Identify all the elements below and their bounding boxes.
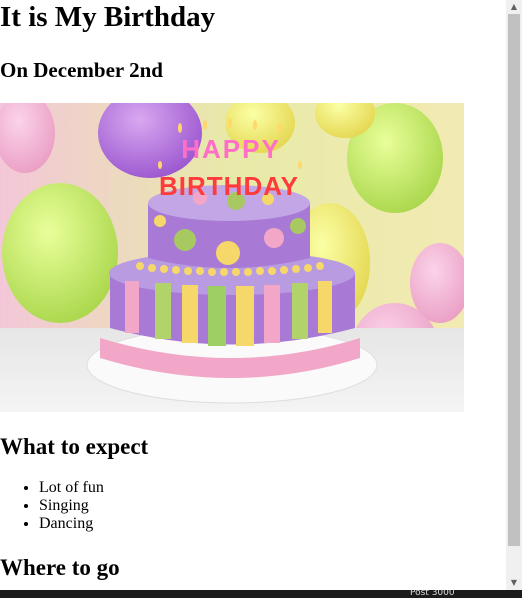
cake-candles-top: HAPPY bbox=[181, 134, 281, 164]
page-title: It is My Birthday bbox=[0, 1, 216, 33]
list-item: Lot of fun bbox=[39, 479, 104, 497]
list-item: Dancing bbox=[39, 515, 104, 533]
page-subtitle: On December 2nd bbox=[0, 58, 163, 82]
scroll-down-arrow-icon[interactable]: ▼ bbox=[506, 576, 522, 590]
taskbar: Post 3000 bbox=[0, 590, 522, 598]
scroll-up-arrow-icon[interactable]: ▲ bbox=[506, 0, 522, 14]
scrollbar-thumb[interactable] bbox=[508, 14, 520, 546]
expect-heading: What to expect bbox=[0, 434, 149, 459]
vertical-scrollbar[interactable]: ▲ ▼ bbox=[506, 0, 522, 590]
list-item: Singing bbox=[39, 497, 104, 515]
cake-candles-bottom: BIRTHDAY bbox=[159, 171, 299, 201]
taskbar-status-text: Post 3000 bbox=[410, 590, 455, 598]
where-heading: Where to go bbox=[0, 555, 120, 580]
birthday-cake-image: HAPPY BIRTHDAY bbox=[0, 103, 464, 412]
expect-list: Lot of fun Singing Dancing bbox=[0, 479, 104, 533]
page-content: It is My Birthday On December 2nd HAPPY … bbox=[0, 0, 506, 590]
